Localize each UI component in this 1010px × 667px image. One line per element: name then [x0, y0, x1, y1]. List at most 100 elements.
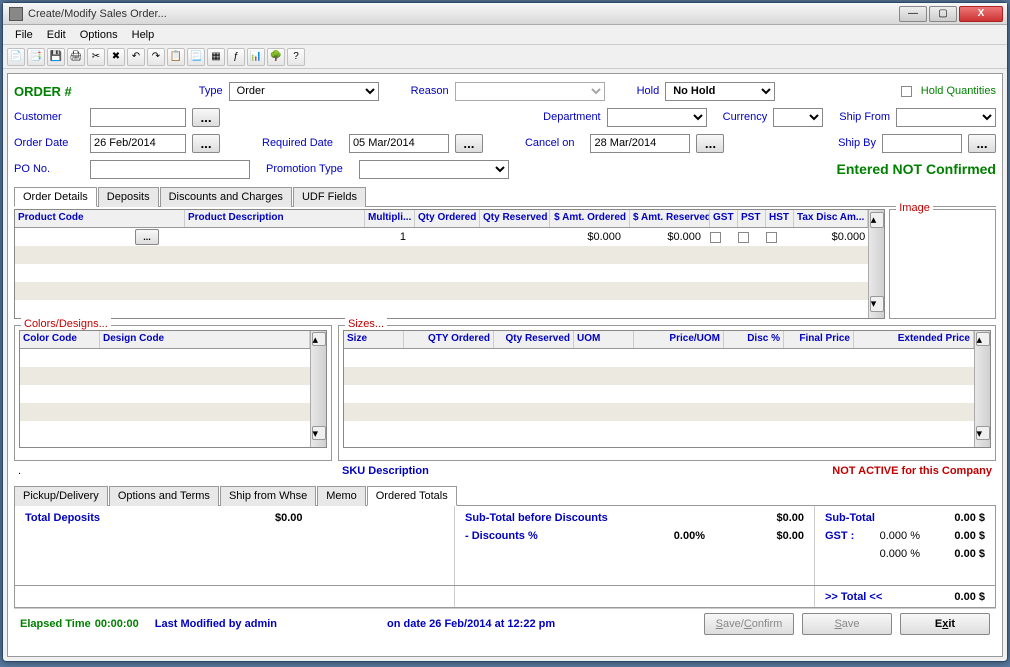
type-label: Type	[199, 85, 223, 97]
product-row-empty	[15, 282, 868, 300]
product-row[interactable]: ... 1 $0.000 $0.000 $0.000	[15, 228, 868, 246]
col-sz-ext[interactable]: Extended Price	[854, 331, 974, 348]
reqdate-label: Required Date	[262, 137, 333, 149]
menu-file[interactable]: File	[9, 27, 39, 43]
orderdate-lookup-button[interactable]: ...	[192, 134, 220, 153]
gst-checkbox[interactable]	[710, 232, 721, 243]
minimize-button[interactable]: —	[899, 6, 927, 22]
col-product-code[interactable]: Product Code	[15, 210, 185, 227]
tab-order-details[interactable]: Order Details	[14, 187, 97, 207]
toolbar-close-icon[interactable]: ✖	[107, 48, 125, 66]
hold-select[interactable]: No Hold	[665, 82, 775, 101]
tab-udf[interactable]: UDF Fields	[293, 187, 366, 207]
col-sz-price[interactable]: Price/UOM	[634, 331, 724, 348]
gst-pct: 0.000 %	[865, 530, 920, 548]
size-row	[344, 421, 974, 439]
toolbar-new-icon[interactable]: 📄	[7, 48, 25, 66]
not-active-label: NOT ACTIVE for this Company	[832, 465, 992, 477]
colors-scrollbar[interactable]: ▴▾	[310, 331, 326, 447]
toolbar-undo-icon[interactable]: ↶	[127, 48, 145, 66]
grid-scrollbar[interactable]: ▴▾	[868, 210, 884, 318]
hold-qty-checkbox[interactable]	[901, 86, 912, 97]
tab-memo[interactable]: Memo	[317, 486, 366, 506]
toolbar-tree-icon[interactable]: 🌳	[267, 48, 285, 66]
toolbar-copy-icon[interactable]: 📑	[27, 48, 45, 66]
col-multiplier[interactable]: Multipli...	[365, 210, 415, 227]
shipby-input[interactable]	[882, 134, 962, 153]
customer-input[interactable]	[90, 108, 186, 127]
tab-deposits[interactable]: Deposits	[98, 187, 159, 207]
elapsed-label: Elapsed Time	[20, 618, 91, 630]
cancel-input[interactable]	[590, 134, 690, 153]
col-size[interactable]: Size	[344, 331, 404, 348]
col-color-code[interactable]: Color Code	[20, 331, 100, 348]
colors-legend: Colors/Designs...	[21, 318, 111, 330]
col-pst[interactable]: PST	[738, 210, 766, 227]
col-tax-disc[interactable]: Tax Disc Am...	[794, 210, 868, 227]
sizes-scrollbar[interactable]: ▴▾	[974, 331, 990, 447]
col-sz-qtyord[interactable]: QTY Ordered	[404, 331, 494, 348]
toolbar-print-icon[interactable]: 🖨	[67, 48, 85, 66]
col-sz-uom[interactable]: UOM	[574, 331, 634, 348]
type-select[interactable]: Order	[229, 82, 379, 101]
tab-options-terms[interactable]: Options and Terms	[109, 486, 219, 506]
size-row	[344, 367, 974, 385]
reqdate-input[interactable]	[349, 134, 449, 153]
color-row	[20, 367, 310, 385]
save-button[interactable]: Save	[802, 613, 892, 635]
shipby-lookup-button[interactable]: ...	[968, 134, 996, 153]
col-sz-qtyres[interactable]: Qty Reserved	[494, 331, 574, 348]
cancel-lookup-button[interactable]: ...	[696, 134, 724, 153]
menu-options[interactable]: Options	[74, 27, 124, 43]
toolbar-grid-icon[interactable]: ▦	[207, 48, 225, 66]
col-qty-reserved[interactable]: Qty Reserved	[480, 210, 550, 227]
col-design-code[interactable]: Design Code	[100, 331, 310, 348]
shipfrom-select[interactable]	[896, 108, 996, 127]
discounts-value: $0.00	[776, 530, 804, 548]
tab-ordered-totals[interactable]: Ordered Totals	[367, 486, 457, 506]
col-hst[interactable]: HST	[766, 210, 794, 227]
product-lookup-button[interactable]: ...	[135, 229, 159, 245]
department-select[interactable]	[607, 108, 707, 127]
toolbar-list-icon[interactable]: 📃	[187, 48, 205, 66]
col-amt-ordered[interactable]: $ Amt. Ordered	[550, 210, 630, 227]
toolbar-chart-icon[interactable]: 📊	[247, 48, 265, 66]
reason-select[interactable]	[455, 82, 605, 101]
exit-button[interactable]: Exit	[900, 613, 990, 635]
menu-help[interactable]: Help	[126, 27, 161, 43]
color-row	[20, 421, 310, 439]
toolbar-doc-icon[interactable]: 📋	[167, 48, 185, 66]
col-sz-final[interactable]: Final Price	[784, 331, 854, 348]
save-confirm-button[interactable]: Save/Confirm	[704, 613, 794, 635]
pst-checkbox[interactable]	[738, 232, 749, 243]
toolbar-cut-icon[interactable]: ✂	[87, 48, 105, 66]
size-row	[344, 349, 974, 367]
col-product-desc[interactable]: Product Description	[185, 210, 365, 227]
reqdate-lookup-button[interactable]: ...	[455, 134, 483, 153]
toolbar-save-icon[interactable]: 💾	[47, 48, 65, 66]
maximize-button[interactable]: ▢	[929, 6, 957, 22]
col-gst[interactable]: GST	[710, 210, 738, 227]
sizes-legend: Sizes...	[345, 318, 387, 330]
orderdate-input[interactable]	[90, 134, 186, 153]
product-row-empty	[15, 246, 868, 264]
entry-status: Entered NOT Confirmed	[837, 161, 996, 177]
tab-pickup[interactable]: Pickup/Delivery	[14, 486, 108, 506]
close-button[interactable]: X	[959, 6, 1003, 22]
menu-edit[interactable]: Edit	[41, 27, 72, 43]
toolbar-fx-icon[interactable]: ƒ	[227, 48, 245, 66]
hst-checkbox[interactable]	[766, 232, 777, 243]
currency-select[interactable]	[773, 108, 823, 127]
promo-select[interactable]	[359, 160, 509, 179]
col-sz-disc[interactable]: Disc %	[724, 331, 784, 348]
department-label: Department	[543, 111, 600, 123]
toolbar-redo-icon[interactable]: ↷	[147, 48, 165, 66]
tab-ship-whse[interactable]: Ship from Whse	[220, 486, 316, 506]
col-qty-ordered[interactable]: Qty Ordered	[415, 210, 480, 227]
tab-discounts[interactable]: Discounts and Charges	[160, 187, 292, 207]
pono-input[interactable]	[90, 160, 250, 179]
col-amt-reserved[interactable]: $ Amt. Reserved	[630, 210, 710, 227]
pono-label: PO No.	[14, 163, 84, 175]
customer-lookup-button[interactable]: ...	[192, 108, 220, 127]
toolbar-help-icon[interactable]: ?	[287, 48, 305, 66]
